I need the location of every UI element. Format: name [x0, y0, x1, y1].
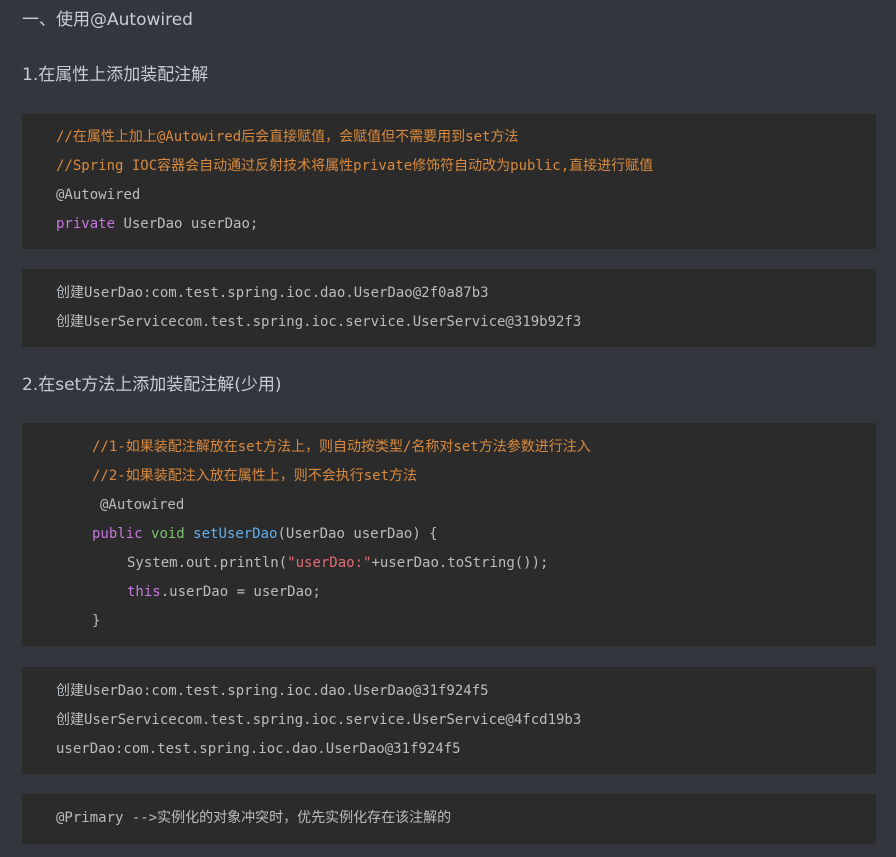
output-line: 创建UserServicecom.test.spring.ioc.service…: [56, 712, 582, 728]
code-block-primary-note: @Primary -->实例化的对象冲突时，优先实例化存在该注解的: [22, 794, 876, 844]
code-close-brace: }: [92, 613, 101, 629]
section-heading-2: 1.在属性上添加装配注解: [22, 65, 209, 85]
method-params: (UserDao userDao) {: [277, 526, 438, 542]
field-declaration-text: UserDao userDao;: [115, 216, 259, 232]
code-comment-line: //1-如果装配注解放在set方法上，则自动按类型/名称对set方法参数进行注入: [92, 439, 591, 455]
code-comment-line: //2-如果装配注入放在属性上，则不会执行set方法: [92, 468, 417, 484]
code-assign-line: this.userDao = userDao;: [127, 583, 321, 601]
output-line: 创建UserDao:com.test.spring.ioc.dao.UserDa…: [56, 683, 489, 699]
output-line: 创建UserServicecom.test.spring.ioc.service…: [56, 314, 582, 330]
code-println-line: System.out.println("userDao:"+userDao.to…: [127, 554, 548, 572]
section-heading-3: 2.在set方法上添加装配注解(少用): [22, 375, 282, 395]
code-annotation-line: @Autowired: [100, 497, 185, 513]
println-suffix: +userDao.toString());: [371, 555, 549, 571]
output-block-1: 创建UserDao:com.test.spring.ioc.dao.UserDa…: [22, 269, 876, 347]
keyword-this: this: [127, 584, 161, 600]
primary-note-line: @Primary -->实例化的对象冲突时，优先实例化存在该注解的: [56, 810, 452, 826]
section-heading-1: 一、使用@Autowired: [22, 10, 193, 30]
code-block-field-injection: //在属性上加上@Autowired后会直接赋值，会赋值但不需要用到set方法 …: [22, 114, 876, 249]
output-block-2: 创建UserDao:com.test.spring.ioc.dao.UserDa…: [22, 667, 876, 774]
output-line: 创建UserDao:com.test.spring.ioc.dao.UserDa…: [56, 285, 489, 301]
string-literal: "userDao:": [287, 555, 372, 571]
code-block-setter-injection: //1-如果装配注解放在set方法上，则自动按类型/名称对set方法参数进行注入…: [22, 423, 876, 646]
keyword-public: public: [92, 526, 143, 542]
keyword-private: private: [56, 216, 116, 232]
code-comment-line: //在属性上加上@Autowired后会直接赋值，会赋值但不需要用到set方法: [56, 129, 519, 145]
println-prefix: System.out.println(: [127, 555, 288, 571]
method-name: setUserDao: [193, 526, 278, 542]
keyword-void: void: [151, 526, 185, 542]
code-annotation-line: @Autowired: [56, 187, 141, 203]
output-line: userDao:com.test.spring.ioc.dao.UserDao@…: [56, 741, 461, 757]
code-field-declaration: private UserDao userDao;: [56, 215, 258, 233]
assign-text: .userDao = userDao;: [160, 584, 321, 600]
code-comment-line: //Spring IOC容器会自动通过反射技术将属性private修饰符自动改为…: [56, 158, 654, 174]
code-method-signature: public void setUserDao(UserDao userDao) …: [92, 525, 438, 543]
